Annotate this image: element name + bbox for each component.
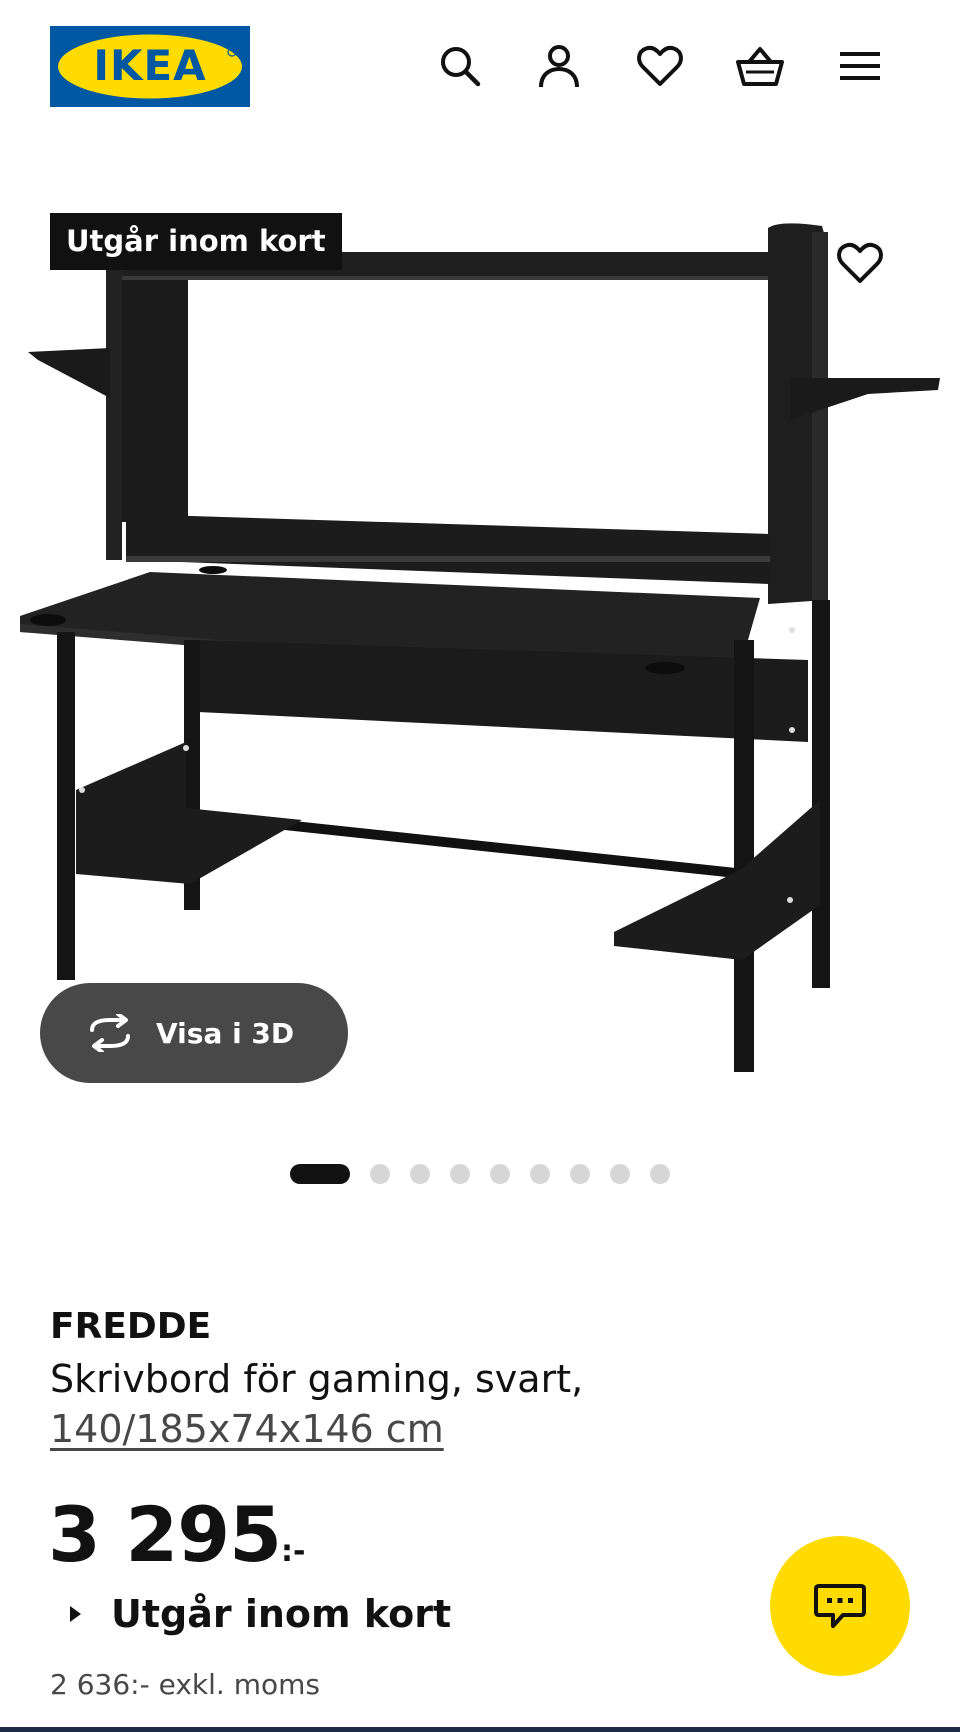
rotate-3d-icon — [90, 1014, 130, 1052]
product-description: Skrivbord för gaming, svart, — [50, 1357, 584, 1401]
search-button[interactable] — [434, 40, 486, 92]
carousel-dot[interactable] — [530, 1164, 550, 1184]
menu-button[interactable] — [834, 40, 886, 92]
site-header: IKEA — [0, 0, 960, 130]
user-icon — [539, 45, 579, 88]
heart-icon — [837, 242, 883, 283]
image-favourite-button[interactable] — [810, 228, 910, 298]
basket-icon — [736, 47, 784, 86]
product-name: FREDDE — [50, 1306, 212, 1347]
chat-icon — [814, 1584, 866, 1628]
price-suffix: :- — [280, 1534, 306, 1569]
price-integer: 3 295 — [48, 1490, 282, 1579]
product-image[interactable] — [0, 190, 960, 1090]
product-price: 3 295 :- — [48, 1490, 305, 1580]
bottom-bar-edge — [0, 1727, 960, 1732]
availability-text: Utgår inom kort — [111, 1592, 452, 1636]
heart-icon — [637, 45, 683, 86]
ikea-logo-wordmark: IKEA — [93, 41, 206, 90]
carousel-dot[interactable] — [610, 1164, 630, 1184]
product-measurements-link[interactable]: 140/185x74x146 cm — [50, 1404, 444, 1454]
carousel-dot[interactable] — [450, 1164, 470, 1184]
view-3d-button[interactable]: Visa i 3D — [40, 983, 348, 1083]
image-carousel-indicator — [290, 1163, 690, 1185]
availability-toggle[interactable]: Utgår inom kort — [70, 1592, 451, 1636]
carousel-dot-active[interactable] — [290, 1164, 350, 1184]
carousel-dot[interactable] — [370, 1164, 390, 1184]
gaming-desk-image — [20, 223, 940, 1072]
account-button[interactable] — [533, 40, 585, 92]
hamburger-menu-icon — [840, 52, 880, 80]
ikea-logo[interactable]: IKEA — [50, 26, 250, 107]
carousel-dot[interactable] — [490, 1164, 510, 1184]
price-excl-vat: 2 636:- exkl. moms — [50, 1668, 320, 1701]
caret-right-icon — [70, 1606, 81, 1622]
carousel-dot[interactable] — [410, 1164, 430, 1184]
basket-button[interactable] — [734, 40, 786, 92]
search-icon — [441, 47, 481, 87]
chat-button[interactable] — [770, 1536, 910, 1676]
view-3d-label: Visa i 3D — [156, 1016, 295, 1050]
carousel-dot[interactable] — [650, 1164, 670, 1184]
discontinued-badge: Utgår inom kort — [50, 213, 342, 270]
favourites-button[interactable] — [634, 40, 686, 92]
carousel-dot[interactable] — [570, 1164, 590, 1184]
